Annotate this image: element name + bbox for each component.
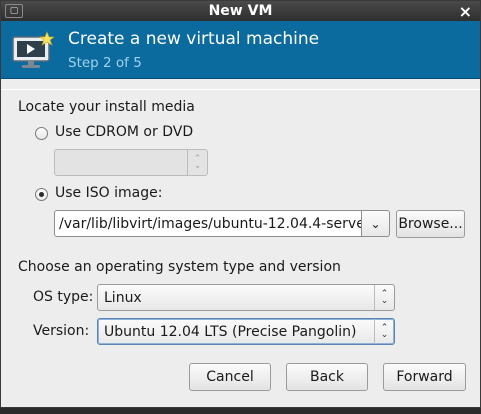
iso-radio[interactable] xyxy=(35,188,48,201)
desktop-background xyxy=(0,408,481,414)
wizard-banner: Create a new virtual machine Step 2 of 5 xyxy=(1,21,480,79)
iso-path-input[interactable]: /var/lib/libvirt/images/ubuntu-12.04.4-s… xyxy=(54,210,362,237)
cdrom-radio-label[interactable]: Use CDROM or DVD xyxy=(55,124,193,140)
new-vm-dialog: ▢ New VM × Create a new virtual machine … xyxy=(0,0,481,408)
cdrom-device-select: ⌃ ⌄ xyxy=(54,149,208,176)
wizard-heading: Create a new virtual machine xyxy=(68,29,320,49)
forward-button[interactable]: Forward xyxy=(383,363,466,391)
close-icon[interactable]: × xyxy=(459,2,472,21)
title-bar: ▢ New VM × xyxy=(1,1,480,21)
version-label: Version: xyxy=(33,323,90,339)
select-arrows-icon: ⌃ ⌄ xyxy=(374,285,394,310)
banner-separator xyxy=(1,89,480,90)
cdrom-radio[interactable] xyxy=(35,127,48,140)
iso-radio-label[interactable]: Use ISO image: xyxy=(55,185,162,201)
cancel-button[interactable]: Cancel xyxy=(189,363,271,391)
iso-path-value: /var/lib/libvirt/images/ubuntu-12.04.4-s… xyxy=(59,215,362,232)
os-version-select[interactable]: Ubuntu 12.04 LTS (Precise Pangolin) ⌃ ⌄ xyxy=(97,318,395,345)
install-media-section-label: Locate your install media xyxy=(18,99,195,115)
os-section-label: Choose an operating system type and vers… xyxy=(18,259,341,275)
os-version-value: Ubuntu 12.04 LTS (Precise Pangolin) xyxy=(104,323,357,340)
select-arrows-icon: ⌃ ⌄ xyxy=(187,150,207,175)
chevron-down-icon: ⌄ xyxy=(370,216,381,231)
window-menu-icon[interactable]: ▢ xyxy=(5,4,23,18)
window-title: New VM xyxy=(208,3,273,19)
os-type-select[interactable]: Linux ⌃ ⌄ xyxy=(97,284,395,311)
wizard-step-indicator: Step 2 of 5 xyxy=(68,55,142,71)
os-type-label: OS type: xyxy=(33,289,94,305)
browse-button[interactable]: Browse... xyxy=(396,210,465,238)
virtual-machine-icon xyxy=(12,31,55,68)
back-button[interactable]: Back xyxy=(286,363,368,391)
os-type-value: Linux xyxy=(104,289,142,306)
select-arrows-icon: ⌃ ⌄ xyxy=(374,319,394,344)
iso-history-dropdown[interactable]: ⌄ xyxy=(362,210,390,237)
